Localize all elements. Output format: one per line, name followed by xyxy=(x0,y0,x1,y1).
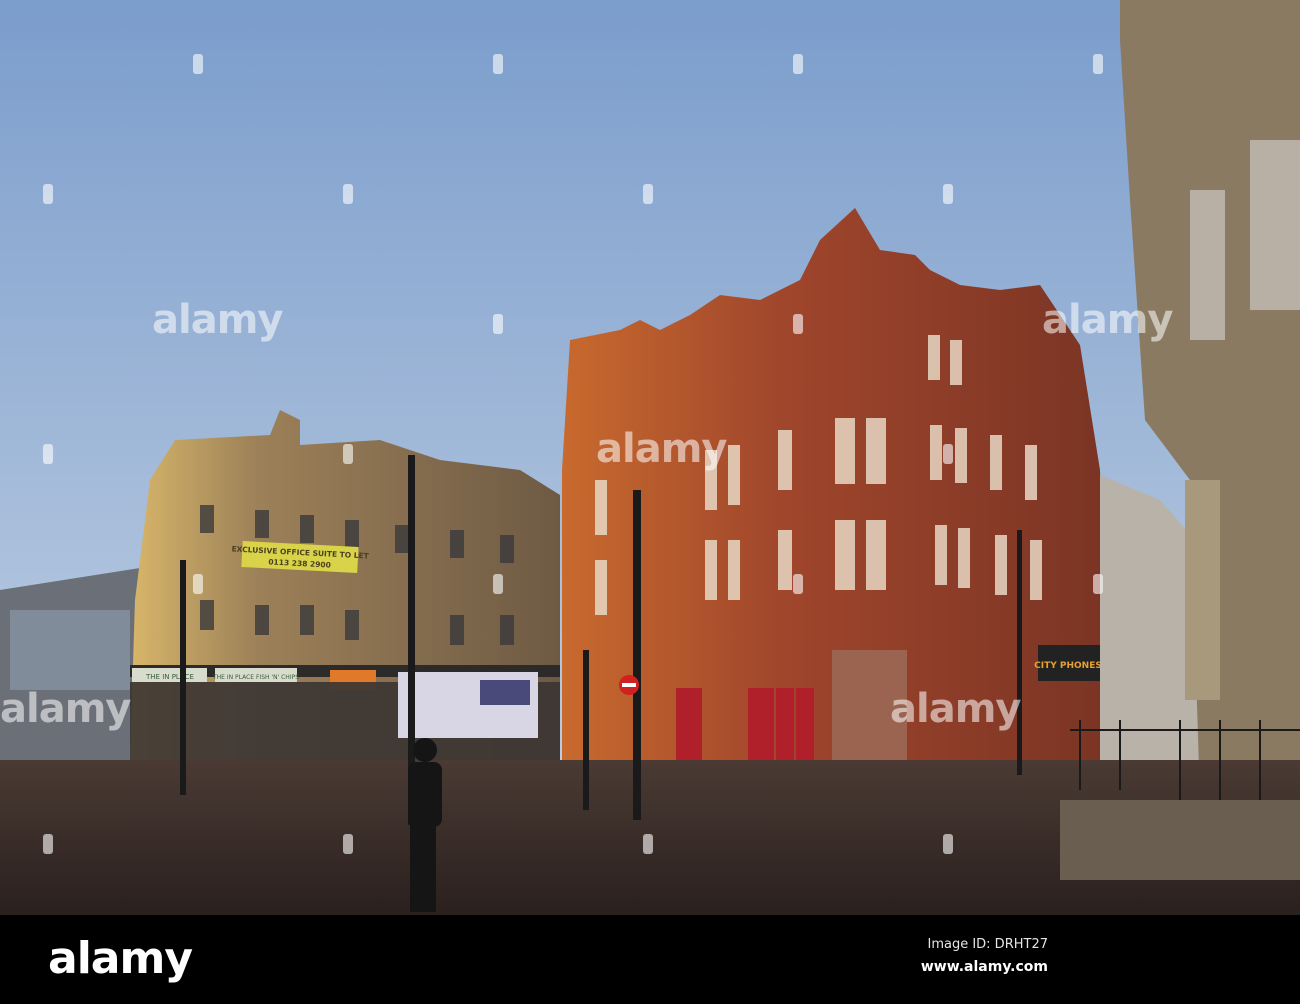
website-link[interactable]: www.alamy.com xyxy=(921,959,1048,975)
no-entry-sign xyxy=(619,675,639,695)
steps xyxy=(1060,800,1300,880)
alamy-logo: alamy xyxy=(48,933,193,984)
watermark: alamy xyxy=(890,686,1021,732)
watermark: alamy xyxy=(152,297,283,343)
svg-text:THE IN PLACE FISH 'N' CHIPS: THE IN PLACE FISH 'N' CHIPS xyxy=(212,674,299,681)
image-id: Image ID: DRHT27 xyxy=(927,937,1048,952)
watermark: alamy xyxy=(1042,297,1173,343)
stock-photo: EXCLUSIVE OFFICE SUITE TO LET 0113 238 2… xyxy=(0,0,1300,1004)
svg-text:CITY PHONES: CITY PHONES xyxy=(1034,661,1102,671)
watermark: alamy xyxy=(0,686,131,732)
svg-text:THE IN PLACE: THE IN PLACE xyxy=(145,673,194,681)
watermark: alamy xyxy=(596,426,727,472)
footer-bar: alamy Image ID: DRHT27 www.alamy.com xyxy=(0,915,1300,1004)
